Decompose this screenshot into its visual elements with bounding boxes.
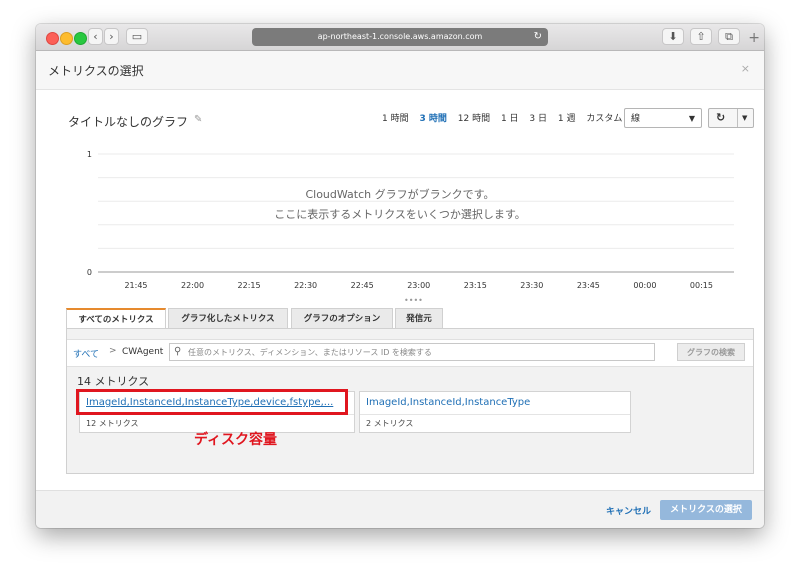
tabs-icon[interactable]: ⧉ — [718, 28, 740, 45]
modal-header: メトリクスの選択 × — [36, 51, 764, 90]
range-1d[interactable]: 1 日 — [501, 114, 519, 124]
time-range-selector: 1 時間 3 時間 12 時間 1 日 3 日 1 週 カスタム ▾ — [382, 111, 638, 124]
sidebar-icon[interactable]: ▭ — [126, 28, 148, 45]
x-tick-label: 00:15 — [690, 281, 713, 290]
breadcrumb-namespace: CWAgent — [122, 347, 164, 357]
range-3h[interactable]: 3 時間 — [419, 114, 446, 124]
empty-graph-hint: ここに表示するメトリクスをいくつか選択します。 — [274, 208, 526, 221]
search-row: すべて > CWAgent ⚲ 任意のメトリクス、ディメンション、またはリソース… — [67, 339, 753, 367]
download-icon[interactable]: ⬇ — [662, 28, 684, 45]
minimize-window-button[interactable] — [60, 32, 73, 45]
resize-handle[interactable]: •••• — [404, 296, 423, 305]
x-tick-label: 21:45 — [124, 281, 147, 290]
graph-search-button[interactable]: グラフの検索 — [677, 343, 745, 361]
search-icon: ⚲ — [174, 346, 182, 357]
dimension-card-title[interactable]: ImageId,InstanceId,InstanceType — [366, 397, 530, 408]
range-1w[interactable]: 1 週 — [558, 114, 576, 124]
close-window-button[interactable] — [46, 32, 59, 45]
new-tab-icon[interactable]: + — [748, 30, 760, 46]
divider — [360, 414, 630, 415]
search-placeholder: 任意のメトリクス、ディメンション、またはリソース ID を検索する — [188, 348, 432, 357]
browser-window: ‹ › ▭ ap-northeast-1.console.aws.amazon.… — [36, 24, 764, 528]
back-icon[interactable]: ‹ — [88, 28, 103, 45]
refresh-button[interactable]: ↻ ▼ — [708, 108, 754, 128]
dimension-card[interactable]: ImageId,InstanceId,InstanceType 2 メトリクス — [359, 391, 631, 433]
y-tick-label: 0 — [87, 268, 92, 277]
dimension-card-count: 12 メトリクス — [86, 419, 139, 428]
tab-graphed-metrics[interactable]: グラフ化したメトリクス — [168, 308, 288, 328]
range-12h[interactable]: 12 時間 — [458, 114, 490, 124]
x-tick-label: 22:30 — [294, 281, 317, 290]
url-text: ap-northeast-1.console.aws.amazon.com — [317, 32, 483, 41]
metric-count: 14 メトリクス — [77, 375, 150, 388]
x-tick-label: 23:00 — [407, 281, 430, 290]
modal-title: メトリクスの選択 — [48, 64, 144, 78]
range-3d[interactable]: 3 日 — [529, 114, 547, 124]
select-metrics-button[interactable]: メトリクスの選択 — [660, 500, 752, 520]
share-icon[interactable]: ⇧ — [690, 28, 712, 45]
graph-type-value: 線 — [631, 114, 641, 124]
maximize-window-button[interactable] — [74, 32, 87, 45]
pencil-icon[interactable]: ✎ — [194, 114, 202, 125]
graph-title: タイトルなしのグラフ — [68, 115, 189, 129]
tab-graph-options[interactable]: グラフのオプション — [291, 308, 393, 328]
range-1h[interactable]: 1 時間 — [382, 114, 409, 124]
y-tick-label: 1 — [87, 150, 92, 159]
annotation-label: ディスク容量 — [194, 432, 278, 448]
search-input[interactable]: ⚲ 任意のメトリクス、ディメンション、またはリソース ID を検索する — [169, 343, 655, 361]
close-icon[interactable]: × — [741, 62, 750, 75]
modal-footer: キャンセル メトリクスの選択 — [36, 490, 764, 528]
x-tick-label: 22:00 — [181, 281, 204, 290]
tab-source[interactable]: 発信元 — [395, 308, 443, 328]
x-tick-label: 22:45 — [351, 281, 374, 290]
divider — [737, 109, 738, 127]
x-tick-label: 00:00 — [633, 281, 656, 290]
x-tick-label: 22:15 — [238, 281, 261, 290]
cancel-button[interactable]: キャンセル — [606, 504, 651, 517]
refresh-icon[interactable]: ↻ — [716, 109, 725, 127]
tab-all-metrics[interactable]: すべてのメトリクス — [66, 308, 166, 329]
breadcrumb-all[interactable]: すべて — [73, 347, 99, 360]
chevron-down-icon: ▼ — [688, 114, 695, 123]
browser-titlebar: ‹ › ▭ ap-northeast-1.console.aws.amazon.… — [36, 24, 764, 51]
refresh-options-icon[interactable]: ▼ — [742, 109, 747, 127]
graph-type-select[interactable]: 線 ▼ — [624, 108, 702, 128]
dimension-card-count: 2 メトリクス — [366, 419, 414, 428]
breadcrumb-separator: > — [109, 346, 117, 356]
highlight-box — [76, 389, 348, 415]
x-tick-label: 23:30 — [520, 281, 543, 290]
forward-icon[interactable]: › — [104, 28, 119, 45]
empty-graph-message: CloudWatch グラフがブランクです。 — [305, 188, 495, 201]
x-tick-label: 23:45 — [577, 281, 600, 290]
reload-icon[interactable]: ↻ — [534, 28, 542, 46]
x-tick-label: 23:15 — [464, 281, 487, 290]
address-bar[interactable]: ap-northeast-1.console.aws.amazon.com ↻ — [252, 28, 548, 46]
